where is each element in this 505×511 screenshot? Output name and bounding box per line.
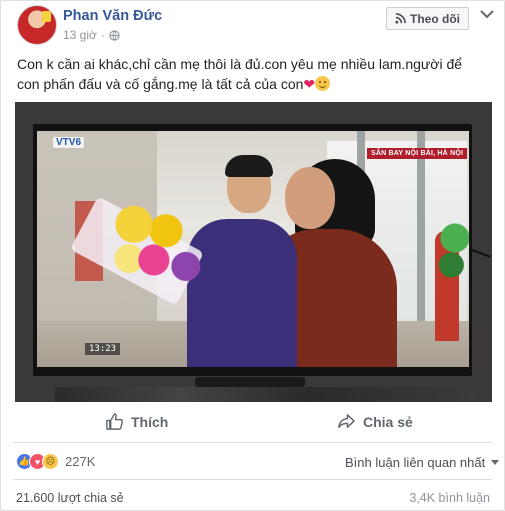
share-icon <box>338 414 355 428</box>
reaction-summary[interactable]: 👍 ♥ ☹ 227K <box>16 453 95 470</box>
post-text-line-2: con phấn đấu và cố gắng.mẹ là tất cả của… <box>17 76 304 92</box>
post-card: Phan Văn Đức 13 giờ · Theo dõi Con k cần… <box>0 0 505 511</box>
tv-cable <box>469 248 491 258</box>
like-button[interactable]: Thích <box>105 412 168 431</box>
tv-stand <box>195 377 305 387</box>
woman-face <box>285 167 335 229</box>
post-text-line-2-wrap: con phấn đấu và cố gắng.mẹ là tất cả của… <box>17 74 487 94</box>
post-actions: Thích Chia sẻ <box>1 405 504 439</box>
post-meta: 13 giờ · <box>63 28 120 42</box>
share-button[interactable]: Chia sẻ <box>337 412 413 431</box>
author-avatar[interactable] <box>17 5 57 45</box>
man-hair <box>225 155 273 177</box>
flower-bouquet <box>84 169 230 323</box>
comment-count[interactable]: 3,4K bình luận <box>409 491 490 505</box>
comment-sort-dropdown[interactable]: Bình luận liên quan nhất <box>345 455 500 470</box>
comment-sort-label: Bình luận liên quan nhất <box>345 455 486 470</box>
smile-emoji-icon <box>315 76 331 91</box>
post-text: Con k cần ai khác,chỉ cần mẹ thôi là đủ.… <box>17 54 487 94</box>
heart-emoji-icon: ❤ <box>303 76 316 92</box>
chevron-down-icon[interactable] <box>479 9 495 19</box>
sad-reaction-icon: ☹ <box>42 453 59 470</box>
globe-icon <box>109 29 120 41</box>
author-name[interactable]: Phan Văn Đức <box>63 8 162 24</box>
thumbs-up-icon <box>106 413 124 430</box>
reaction-count: 227K <box>65 454 96 469</box>
tv-screen <box>37 131 469 367</box>
engagement-divider <box>13 479 492 480</box>
post-photo[interactable]: VTV6 SÂN BAY NỘI BÀI, HÀ NỘI 13:23 <box>15 102 492 402</box>
follow-button[interactable]: Theo dõi <box>386 7 469 30</box>
avatar-badge <box>42 11 51 22</box>
share-count[interactable]: 21.600 lượt chia sẻ <box>16 491 124 505</box>
photo-plant <box>437 211 469 301</box>
location-caption: SÂN BAY NỘI BÀI, HÀ NỘI <box>367 148 468 159</box>
channel-logo: VTV6 <box>53 137 85 148</box>
meta-separator: · <box>100 28 105 42</box>
post-text-line-1: Con k cần ai khác,chỉ cần mẹ thôi là đủ.… <box>17 56 463 72</box>
desk-surface <box>55 387 475 402</box>
follow-label: Theo dõi <box>410 11 460 26</box>
rss-icon <box>395 13 406 24</box>
broadcast-clock: 13:23 <box>85 343 121 355</box>
caret-down-icon <box>491 460 500 465</box>
like-label: Thích <box>131 413 169 430</box>
share-label: Chia sẻ <box>363 413 413 430</box>
actions-divider <box>13 442 492 443</box>
post-timestamp[interactable]: 13 giờ <box>63 28 97 42</box>
